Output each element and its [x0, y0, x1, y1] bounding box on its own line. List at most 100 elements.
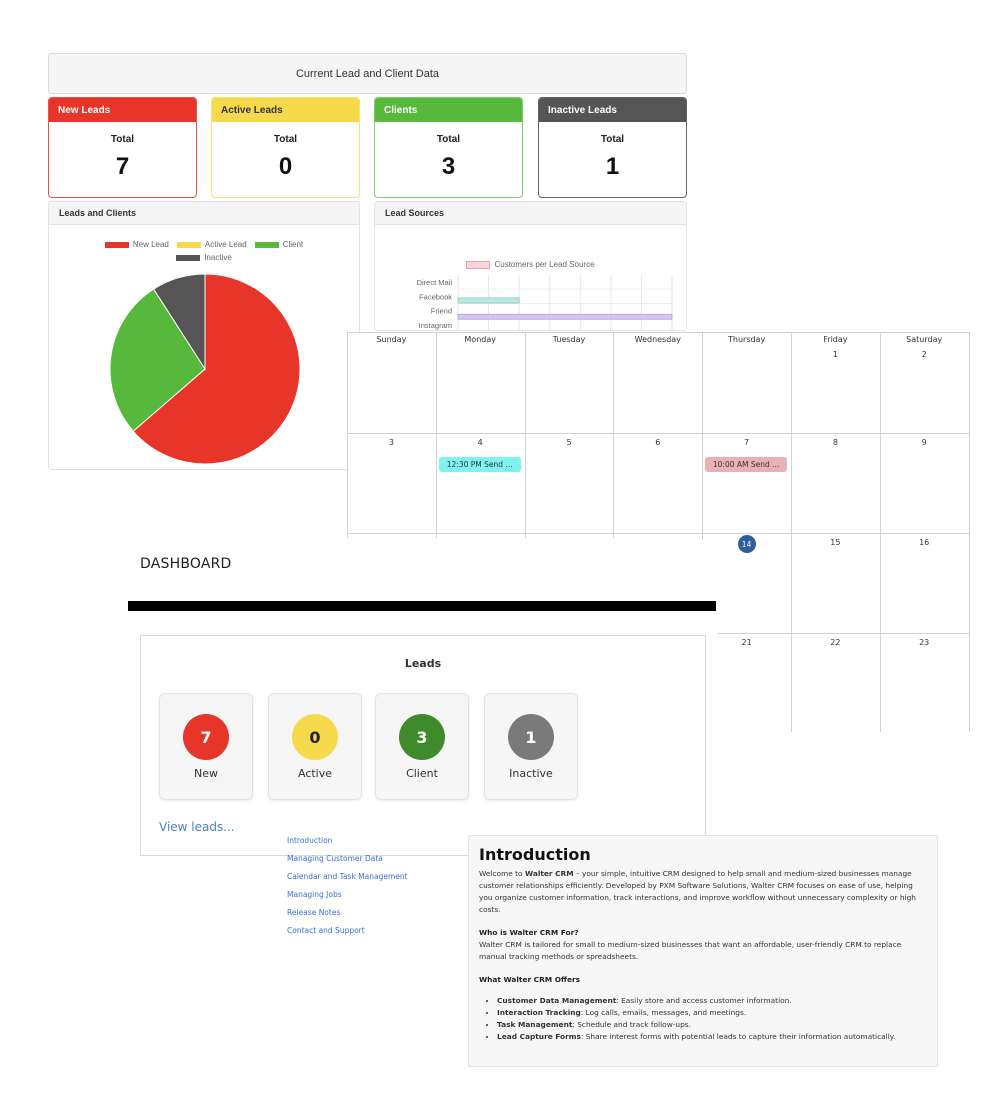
card-total-value: 7 [115, 153, 130, 180]
clients-card[interactable]: Clients Total 3 [374, 97, 523, 198]
day-number: 6 [655, 438, 661, 447]
card-total-value: 1 [605, 153, 620, 180]
grid-line [968, 332, 970, 732]
offers-list: Customer Data Management: Easily store a… [479, 995, 927, 1043]
item-title: Interaction Tracking [497, 1008, 581, 1017]
active-leads-card[interactable]: Active Leads Total 0 [211, 97, 360, 198]
calendar-day-7[interactable]: 7 [702, 438, 791, 447]
intro-paragraph: Welcome to Walter CRM – your simple, int… [479, 868, 927, 916]
tile-label: Active [297, 767, 333, 780]
weekday-header-friday: Friday [823, 335, 848, 344]
card-title: Active Leads [212, 98, 359, 122]
item-text: : Easily store and access customer infor… [616, 996, 792, 1005]
y-tick-label: Friend [431, 307, 452, 316]
lead-tile-active[interactable]: 0 Active [268, 693, 362, 800]
doc-heading: Introduction [479, 845, 591, 864]
lead-tile-client[interactable]: 3 Client [375, 693, 469, 800]
item-title: Lead Capture Forms [497, 1032, 581, 1041]
day-number: 2 [921, 350, 927, 359]
panel-title: Current Lead and Client Data [48, 53, 687, 94]
pie-chart [109, 273, 301, 465]
weekday-header-monday: Monday [464, 335, 496, 344]
list-item: Interaction Tracking: Log calls, emails,… [497, 1007, 927, 1019]
page-title: DASHBOARD [140, 556, 232, 572]
calendar-day-3[interactable]: 3 [347, 438, 436, 447]
tile-label: New [194, 767, 218, 780]
count-badge: 0 [292, 714, 338, 760]
weekday-header-tuesday: Tuesday [552, 335, 586, 344]
card-title: New Leads [49, 98, 196, 122]
card-title: Clients [375, 98, 522, 122]
weekday-header-wednesday: Wednesday [634, 335, 681, 344]
calendar-event[interactable]: 10:00 AM Send ... [705, 457, 787, 472]
nav-link-calendar-task-management[interactable]: Calendar and Task Management [287, 872, 408, 881]
lead-tile-new[interactable]: 7 New [159, 693, 253, 800]
calendar-day-4[interactable]: 4 [436, 438, 525, 447]
card-total-value: 0 [278, 153, 293, 180]
card-total-label: Total [110, 134, 135, 145]
count-badge: 3 [399, 714, 445, 760]
nav-link-managing-jobs[interactable]: Managing Jobs [287, 890, 342, 899]
bar-chart: Direct Mail Facebook Friend Instagram [417, 275, 673, 330]
calendar-day-9[interactable]: 9 [880, 438, 969, 447]
section-heading: Who is Walter CRM For? [479, 928, 579, 937]
header-divider [128, 601, 716, 611]
day-number: 23 [919, 638, 930, 647]
calendar-day-22[interactable]: 22 [791, 638, 880, 647]
today-badge: 14 [737, 535, 756, 553]
day-number: 15 [830, 538, 841, 547]
leads-summary-box: Leads 7 New 0 Active 3 Client 1 Inactive… [140, 635, 706, 856]
nav-link-contact-support[interactable]: Contact and Support [287, 926, 365, 935]
day-number: 5 [566, 438, 572, 447]
dashboard-panel: DASHBOARD Leads 7 New 0 Active 3 Client … [128, 540, 718, 860]
calendar-day-1[interactable]: 1 [791, 350, 880, 359]
bar-facebook[interactable] [457, 297, 520, 304]
tile-label: Inactive [509, 767, 553, 780]
day-number: 16 [919, 538, 930, 547]
leads-title: Leads [404, 657, 442, 670]
item-title: Task Management [497, 1020, 573, 1029]
y-tick-label: Direct Mail [417, 278, 453, 287]
inactive-leads-card[interactable]: Inactive Leads Total 1 [538, 97, 687, 198]
leads-and-clients-chart-panel: Leads and Clients New Lead Active Lead C… [48, 201, 360, 470]
day-number: 22 [830, 638, 841, 647]
bar-friend[interactable] [457, 313, 673, 320]
who-paragraph: Walter CRM is tailored for small to medi… [479, 940, 902, 961]
product-name: Walter CRM [524, 869, 574, 878]
card-title: Inactive Leads [539, 98, 686, 122]
day-number: 3 [388, 438, 394, 447]
nav-link-managing-customer-data[interactable]: Managing Customer Data [287, 854, 383, 863]
nav-link-introduction[interactable]: Introduction [287, 836, 332, 845]
calendar-day-8[interactable]: 8 [791, 438, 880, 447]
list-item: Task Management: Schedule and track foll… [497, 1019, 927, 1031]
day-number: 4 [477, 438, 483, 447]
card-total-value: 3 [441, 153, 456, 180]
nav-link-release-notes[interactable]: Release Notes [287, 908, 340, 917]
calendar-day-23[interactable]: 23 [880, 638, 969, 647]
calendar-day-2[interactable]: 2 [880, 350, 969, 359]
view-leads-link[interactable]: View leads... [159, 820, 235, 834]
count-badge: 1 [508, 714, 554, 760]
calendar-event[interactable]: 12:30 PM Send ... [438, 457, 521, 472]
card-total-label: Total [436, 134, 461, 145]
grid-line [702, 533, 969, 534]
grid-line [702, 633, 969, 634]
text: Welcome to [479, 869, 525, 878]
new-leads-card[interactable]: New Leads Total 7 [48, 97, 197, 198]
item-text: : Log calls, emails, messages, and meeti… [580, 1008, 747, 1017]
card-total-label: Total [600, 134, 625, 145]
calendar-day-16[interactable]: 16 [880, 538, 969, 547]
grid-line [347, 533, 703, 534]
day-number: 9 [921, 438, 927, 447]
day-number: 21 [741, 638, 752, 647]
day-number: 1 [832, 350, 838, 359]
calendar-day-5[interactable]: 5 [525, 438, 614, 447]
item-title: Customer Data Management [497, 996, 617, 1005]
lead-tile-inactive[interactable]: 1 Inactive [484, 693, 578, 800]
count-badge: 7 [183, 714, 229, 760]
introduction-document: Introduction Welcome to Walter CRM – you… [468, 835, 938, 1067]
day-number: 8 [832, 438, 838, 447]
calendar-day-6[interactable]: 6 [613, 438, 702, 447]
calendar-day-15[interactable]: 15 [791, 538, 880, 547]
section-heading: What Walter CRM Offers [479, 975, 581, 984]
